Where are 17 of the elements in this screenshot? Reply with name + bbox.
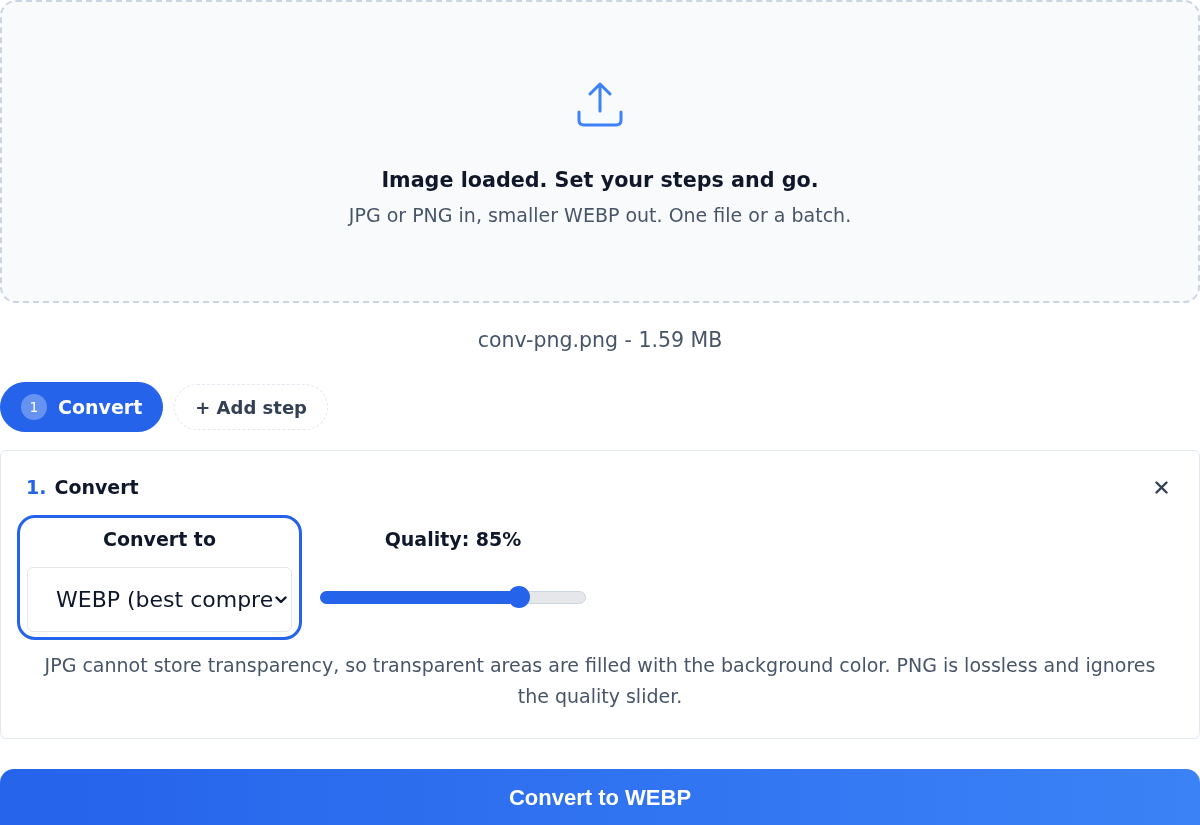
close-icon[interactable]: [1155, 480, 1168, 494]
file-info: conv-png.png - 1.59 MB: [477, 328, 723, 352]
step-tab[interactable]: 1 Convert: [0, 382, 164, 432]
format-dropdown[interactable]: WEBP (best compre: [27, 567, 292, 632]
drop-zone[interactable]: Image loaded. Set your steps and go. JPG or PNG in, smaller WEBP out. One file or a batch.: [0, 0, 1200, 303]
quality-label: Quality: 85%: [384, 527, 522, 552]
step-number-badge: 1: [21, 394, 47, 420]
convert-button[interactable]: Convert to WEBP: [0, 769, 1200, 825]
quality-slider-thumb[interactable]: [508, 586, 530, 608]
step-title: 1. Convert: [26, 476, 139, 498]
format-note: JPG cannot store transparency, so transparent areas are filled with the background color. PNG is lossless and ignores the quality slider.: [42, 653, 1157, 709]
drop-zone-title: Image loaded. Set your steps and go.: [381, 167, 819, 194]
chevron-down-icon: [275, 595, 287, 604]
add-step-button[interactable]: + Add step: [174, 384, 328, 430]
drop-zone-subtitle: JPG or PNG in, smaller WEBP out. One file or a batch.: [348, 203, 852, 227]
field-label: Convert to: [103, 527, 216, 552]
upload-icon: [576, 80, 624, 128]
